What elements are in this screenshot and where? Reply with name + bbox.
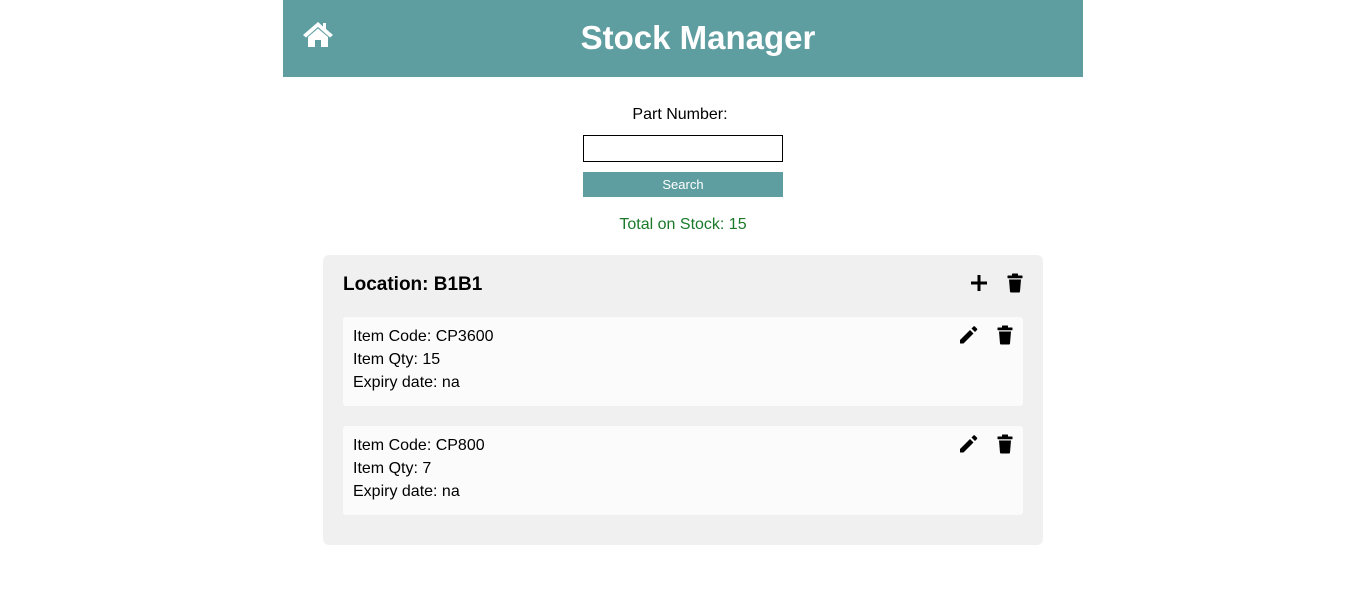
search-form: Part Number: Search [583, 105, 783, 197]
item-code: Item Code: CP3600 [353, 328, 494, 345]
app-header: Stock Manager [283, 0, 1083, 77]
item-expiry: Expiry date: na [353, 374, 460, 391]
part-number-input[interactable] [583, 135, 783, 162]
item-card: Item Code: CP3600 Item Qty: 15 Expiry da… [343, 317, 1023, 406]
item-qty: Item Qty: 15 [353, 351, 441, 368]
item-qty: Item Qty: 7 [353, 460, 432, 477]
trash-icon[interactable] [994, 433, 1016, 455]
search-button[interactable]: Search [583, 172, 783, 197]
total-on-stock: Total on Stock: 15 [619, 216, 747, 233]
trash-icon[interactable] [994, 324, 1016, 346]
item-expiry: Expiry date: na [353, 483, 460, 500]
page-title: Stock Manager [580, 19, 816, 56]
part-number-label: Part Number: [632, 106, 728, 123]
plus-icon[interactable] [968, 272, 990, 294]
pencil-icon[interactable] [957, 433, 979, 455]
pencil-icon[interactable] [957, 324, 979, 346]
location-card: Location: B1B1 Item Code: CP3600 Item Qt… [323, 255, 1043, 545]
location-title: Location: B1B1 [343, 274, 483, 295]
item-card: Item Code: CP800 Item Qty: 7 Expiry date… [343, 426, 1023, 515]
trash-icon[interactable] [1004, 272, 1026, 294]
item-code: Item Code: CP800 [353, 437, 485, 454]
